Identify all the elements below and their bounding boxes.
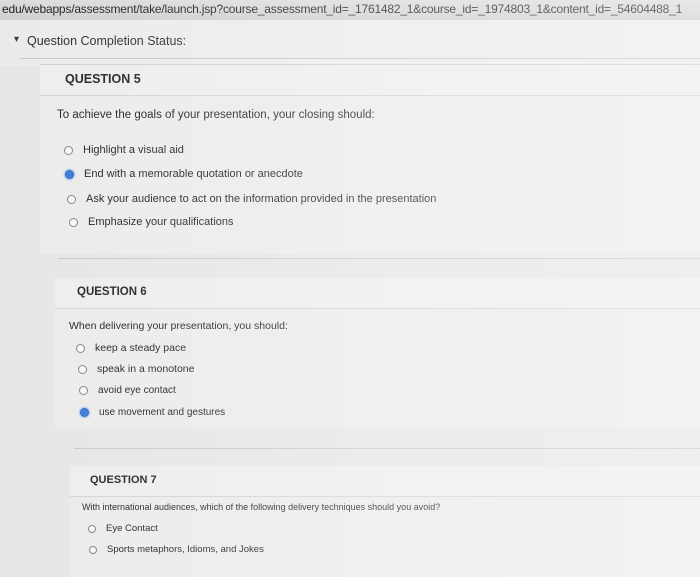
option-label: Ask your audience to act on the informat… [86,193,437,205]
option-label: End with a memorable quotation or anecdo… [84,168,303,180]
question-7: QUESTION 7 With international audiences,… [70,466,700,577]
browser-url-bar[interactable]: edu/webapps/assessment/take/launch.jsp?c… [0,0,700,21]
q5-option-4[interactable]: Emphasize your qualifications [69,216,234,228]
question-6: QUESTION 6 When delivering your presenta… [55,278,700,428]
question-divider [74,448,700,449]
q5-option-2[interactable]: End with a memorable quotation or anecdo… [65,168,303,180]
status-label: Question Completion Status: [27,34,187,48]
question-5-title: QUESTION 5 [65,72,141,86]
option-label: Eye Contact [106,523,158,534]
question-5-text: To achieve the goals of your presentatio… [57,109,375,121]
radio-button[interactable] [69,217,78,227]
radio-button-selected[interactable] [65,169,74,179]
q7-option-2[interactable]: Sports metaphors, Idioms, and Jokes [89,544,264,555]
url-text: edu/webapps/assessment/take/launch.jsp?c… [2,2,683,16]
question-divider [58,258,700,259]
radio-button-selected[interactable] [80,408,89,417]
radio-button[interactable] [88,524,96,533]
option-label: keep a steady pace [95,342,187,354]
question-completion-status[interactable]: ▾ Question Completion Status: [0,20,700,66]
q7-option-1[interactable]: Eye Contact [88,523,158,534]
radio-button[interactable] [79,386,88,395]
collapse-caret-icon[interactable]: ▾ [14,34,19,45]
option-label: speak in a monotone [97,363,195,375]
question-6-title: QUESTION 6 [77,286,147,298]
radio-button[interactable] [78,364,87,374]
question-6-header [55,278,700,309]
question-5: QUESTION 5 To achieve the goals of your … [40,64,700,254]
q6-option-3[interactable]: avoid eye contact [79,385,176,396]
radio-button[interactable] [67,194,76,204]
q5-option-1[interactable]: Highlight a visual aid [64,144,184,156]
question-7-title: QUESTION 7 [90,474,157,486]
radio-button[interactable] [64,145,73,155]
question-7-header [70,466,700,497]
option-label: Highlight a visual aid [83,144,184,156]
radio-button[interactable] [76,343,85,353]
q6-option-2[interactable]: speak in a monotone [78,363,194,375]
q6-option-1[interactable]: keep a steady pace [76,342,186,354]
option-label: use movement and gestures [99,407,226,418]
q5-option-3[interactable]: Ask your audience to act on the informat… [67,193,436,205]
q6-option-4[interactable]: use movement and gestures [80,407,225,418]
question-7-text: With international audiences, which of t… [82,502,441,512]
option-label: Emphasize your qualifications [88,216,234,228]
radio-button[interactable] [89,545,97,554]
option-label: Sports metaphors, Idioms, and Jokes [107,544,264,555]
option-label: avoid eye contact [98,385,176,396]
question-6-text: When delivering your presentation, you s… [69,320,288,332]
status-divider [20,58,700,59]
